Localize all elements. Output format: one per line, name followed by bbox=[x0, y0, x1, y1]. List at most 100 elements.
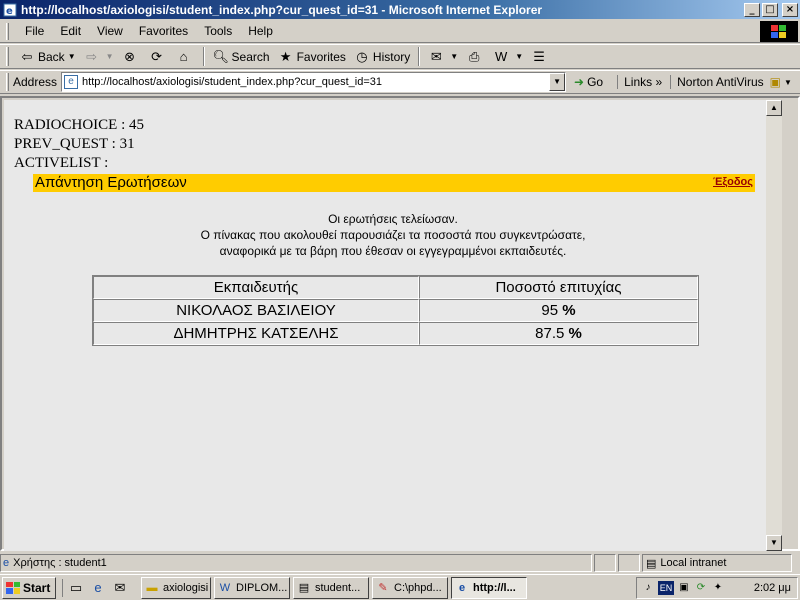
go-arrow-icon: ➜ bbox=[574, 75, 585, 89]
notepad-icon: ▤ bbox=[298, 581, 310, 594]
system-tray: ♪ EN ▣ ⟳ ✦ 2:02 μμ bbox=[636, 577, 798, 599]
printer-icon: ⎙ bbox=[468, 48, 480, 64]
message-line-1: Οι ερωτήσεις τελείωσαν. bbox=[328, 212, 458, 226]
task-axiologisi[interactable]: ▬ axiologisi bbox=[141, 576, 211, 599]
chevron-down-icon[interactable]: ▼ bbox=[450, 52, 458, 61]
stop-button[interactable]: ⊗ bbox=[118, 46, 145, 68]
score-value: 87.5 bbox=[535, 325, 565, 342]
task-label: DIPLOM... bbox=[236, 581, 288, 594]
task-http[interactable]: e http://l... bbox=[451, 576, 527, 599]
header-success-rate: Ποσοστό επιτυχίας bbox=[419, 276, 698, 299]
menu-edit[interactable]: Edit bbox=[52, 24, 89, 38]
word-icon: W bbox=[219, 581, 231, 594]
close-button[interactable]: × bbox=[782, 2, 798, 17]
back-arrow-icon: ⇦ bbox=[21, 48, 33, 64]
favorites-button[interactable]: ★ Favorites bbox=[274, 46, 350, 68]
completion-message: Οι ερωτήσεις τελείωσαν. Ο πίνακας που ακ… bbox=[4, 211, 782, 259]
menu-bar: File Edit View Favorites Tools Help bbox=[0, 20, 800, 43]
ie-page-icon: e bbox=[2, 2, 18, 18]
links-button[interactable]: Links » bbox=[617, 75, 662, 89]
back-label: Back bbox=[38, 49, 65, 64]
taskbar: Start ▭ e ✉ ▬ axiologisi W DIPLOM... ▤ s… bbox=[0, 574, 800, 600]
refresh-button[interactable]: ⟳ bbox=[145, 46, 172, 68]
scroll-up-button[interactable]: ▲ bbox=[766, 100, 782, 116]
back-button[interactable]: ⇦ Back ▼ bbox=[15, 46, 80, 68]
home-button[interactable]: ⌂ bbox=[172, 46, 199, 68]
task-cphpd[interactable]: ✎ C:\phpd... bbox=[372, 576, 448, 599]
start-button[interactable]: Start bbox=[2, 576, 56, 599]
discuss-icon: ☰ bbox=[533, 48, 545, 64]
table-row: ΔΗΜΗΤΡΗΣ ΚΑΤΣΕΛΗΣ 87.5 % bbox=[93, 322, 698, 345]
scroll-down-button[interactable]: ▼ bbox=[766, 535, 782, 551]
speaker-icon[interactable]: ♪ bbox=[641, 581, 655, 595]
norton-antivirus-button[interactable]: Norton AntiVirus ▣ ▼ bbox=[670, 75, 792, 89]
results-table: Εκπαιδευτής Ποσοστό επιτυχίας ΝΙΚΟΛΑΟΣ Β… bbox=[92, 275, 699, 346]
debug-radiochoice: RADIOCHOICE : 45 bbox=[14, 117, 144, 133]
toolbar-separator bbox=[418, 47, 421, 66]
mail-button[interactable]: ✉ ▼ bbox=[424, 46, 462, 68]
success-rate: 87.5 % bbox=[419, 322, 698, 345]
mail-icon: ✉ bbox=[430, 48, 442, 64]
go-button[interactable]: ➜ Go bbox=[574, 75, 603, 89]
language-indicator[interactable]: EN bbox=[658, 581, 674, 595]
message-line-3: αναφορικά με τα βάρη που έθεσαν οι εγγεγ… bbox=[219, 244, 567, 258]
internet-explorer-icon[interactable]: e bbox=[89, 579, 107, 597]
windows-logo-icon bbox=[760, 21, 798, 42]
page-header-bar: Απάντηση Ερωτήσεων Έξοδος bbox=[33, 174, 755, 192]
status-progress-panel bbox=[594, 554, 616, 572]
search-button[interactable]: 🔍︎ Search bbox=[209, 46, 274, 68]
percent-sign: % bbox=[568, 325, 582, 342]
menu-help[interactable]: Help bbox=[240, 24, 281, 38]
task-label: axiologisi bbox=[163, 581, 209, 594]
print-button[interactable]: ⎙ bbox=[462, 46, 489, 68]
network-icon[interactable]: ✦ bbox=[711, 581, 725, 595]
task-diplom[interactable]: W DIPLOM... bbox=[214, 576, 290, 599]
outlook-icon[interactable]: ✉ bbox=[111, 579, 129, 597]
stop-icon: ⊗ bbox=[124, 48, 135, 64]
clock[interactable]: 2:02 μμ bbox=[754, 582, 791, 594]
favorites-label: Favorites bbox=[296, 49, 346, 64]
address-label: Address bbox=[13, 75, 58, 89]
show-desktop-icon[interactable]: ▭ bbox=[67, 579, 85, 597]
status-zone-panel: ▤ Local intranet bbox=[642, 554, 792, 572]
sync-icon[interactable]: ⟳ bbox=[694, 581, 708, 595]
menu-file[interactable]: File bbox=[17, 24, 52, 38]
go-label: Go bbox=[587, 75, 604, 89]
address-dropdown-button[interactable]: ▼ bbox=[549, 73, 566, 91]
history-button[interactable]: ◷ History bbox=[350, 46, 414, 68]
address-input[interactable]: e http://localhost/axiologisi/student_in… bbox=[61, 72, 567, 92]
maximize-button[interactable]: □ bbox=[762, 2, 778, 17]
svg-text:e: e bbox=[6, 6, 13, 17]
content-frame: RADIOCHOICE : 45 PREV_QUEST : 31 ACTIVEL… bbox=[0, 96, 800, 551]
windows-flag-icon bbox=[6, 581, 20, 594]
page-content: RADIOCHOICE : 45 PREV_QUEST : 31 ACTIVEL… bbox=[4, 100, 782, 551]
forward-button[interactable]: ⇨ ▼ bbox=[80, 46, 118, 68]
page-status-icon: e bbox=[3, 557, 10, 569]
minimize-button[interactable]: _ bbox=[744, 2, 760, 17]
score-value: 95 bbox=[541, 302, 559, 319]
task-label: student... bbox=[315, 581, 361, 594]
vertical-scrollbar[interactable]: ▲ ▼ bbox=[766, 100, 782, 551]
header-instructor: Εκπαιδευτής bbox=[93, 276, 419, 299]
debug-activelist: ACTIVELIST : bbox=[14, 155, 109, 171]
status-security-panel bbox=[618, 554, 640, 572]
edit-button[interactable]: W ▼ bbox=[489, 46, 527, 68]
chevron-down-icon[interactable]: ▼ bbox=[68, 52, 76, 61]
task-student[interactable]: ▤ student... bbox=[293, 576, 369, 599]
discuss-button[interactable]: ☰ bbox=[527, 46, 554, 68]
menu-favorites[interactable]: Favorites bbox=[131, 24, 196, 38]
refresh-icon: ⟳ bbox=[151, 48, 162, 64]
exit-link[interactable]: Έξοδος bbox=[713, 176, 753, 188]
page-title: Απάντηση Ερωτήσεων bbox=[35, 174, 187, 191]
address-url[interactable]: http://localhost/axiologisi/student_inde… bbox=[82, 76, 382, 88]
table-header-row: Εκπαιδευτής Ποσοστό επιτυχίας bbox=[93, 276, 698, 299]
chevron-down-icon[interactable]: ▼ bbox=[784, 78, 792, 87]
table-row: ΝΙΚΟΛΑΟΣ ΒΑΣΙΛΕΙΟΥ 95 % bbox=[93, 299, 698, 322]
chevron-down-icon[interactable]: ▼ bbox=[515, 52, 523, 61]
instructor-name: ΝΙΚΟΛΑΟΣ ΒΑΣΙΛΕΙΟΥ bbox=[93, 299, 419, 322]
menu-tools[interactable]: Tools bbox=[196, 24, 240, 38]
chevron-down-icon[interactable]: ▼ bbox=[106, 52, 114, 61]
norton-tray-icon[interactable]: ▣ bbox=[677, 581, 691, 595]
menu-view[interactable]: View bbox=[89, 24, 131, 38]
toolbar-grip bbox=[6, 47, 9, 66]
